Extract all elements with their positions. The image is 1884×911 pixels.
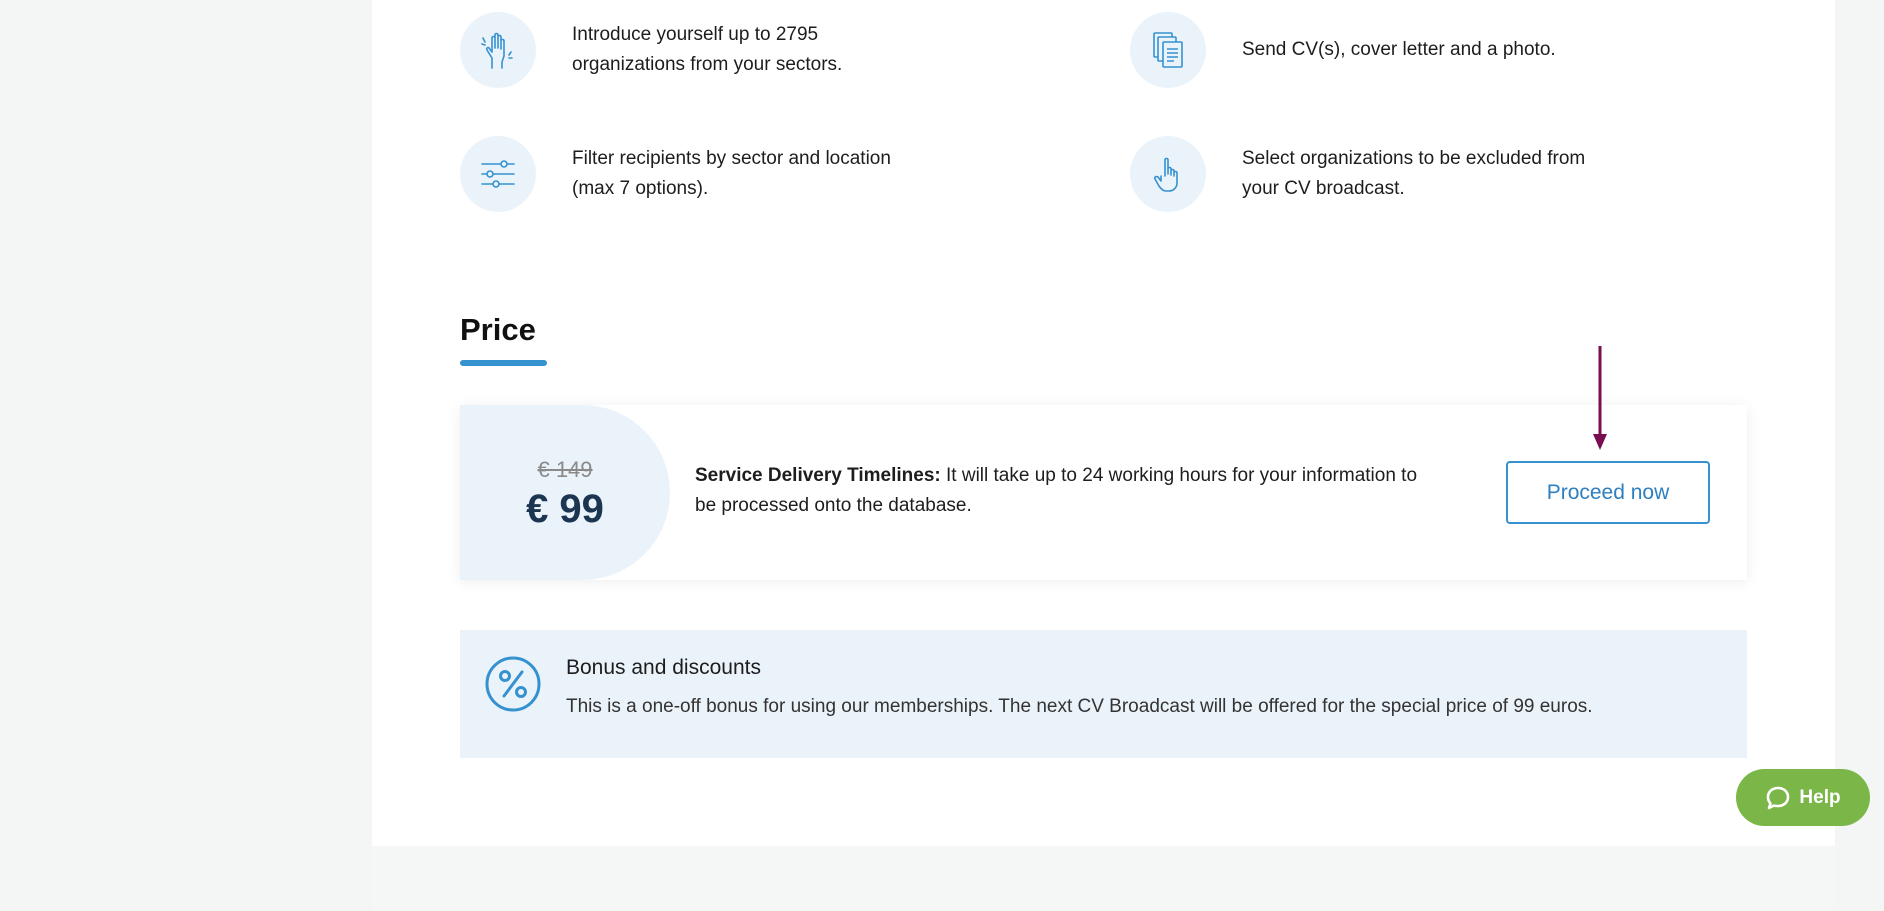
help-label: Help (1799, 786, 1841, 808)
bonus-text: This is a one-off bonus for using our me… (566, 696, 1593, 717)
feature-text: Select organizations to be excluded from… (1242, 148, 1586, 199)
old-price: € 149 (537, 457, 593, 482)
delivery-label: Service Delivery Timelines: (695, 465, 941, 486)
footer-area (372, 846, 1835, 911)
feature-text: Introduce yourself up to 2795 organizati… (572, 24, 843, 75)
hand-wave-icon (460, 12, 536, 88)
price-badge: € 149 € 99 (460, 405, 670, 580)
percent-icon (485, 656, 541, 712)
feature-text: Filter recipients by sector and location… (572, 148, 891, 199)
documents-icon (1130, 12, 1206, 88)
pointer-hand-icon (1130, 136, 1206, 212)
price-underline (460, 360, 547, 366)
delivery-info: Service Delivery Timelines: It will take… (695, 461, 1435, 521)
price-card: € 149 € 99 Service Delivery Timelines: I… (460, 405, 1747, 580)
bonus-title: Bonus and discounts (566, 656, 761, 679)
feature-exclude: Select organizations to be excluded from… (1130, 136, 1602, 212)
feature-introduce: Introduce yourself up to 2795 organizati… (460, 12, 932, 88)
sliders-icon (460, 136, 536, 212)
feature-filter: Filter recipients by sector and location… (460, 136, 932, 212)
feature-text: Send CV(s), cover letter and a photo. (1242, 39, 1556, 60)
feature-send-cv: Send CV(s), cover letter and a photo. (1130, 12, 1602, 88)
arrow-down-icon (1593, 346, 1607, 450)
price-heading: Price (460, 312, 536, 347)
proceed-button[interactable]: Proceed now (1506, 461, 1710, 524)
chat-bubble-icon (1767, 786, 1790, 809)
new-price: € 99 (526, 487, 604, 531)
help-button[interactable]: Help (1736, 769, 1870, 826)
bonus-box: Bonus and discounts This is a one-off bo… (460, 630, 1747, 758)
